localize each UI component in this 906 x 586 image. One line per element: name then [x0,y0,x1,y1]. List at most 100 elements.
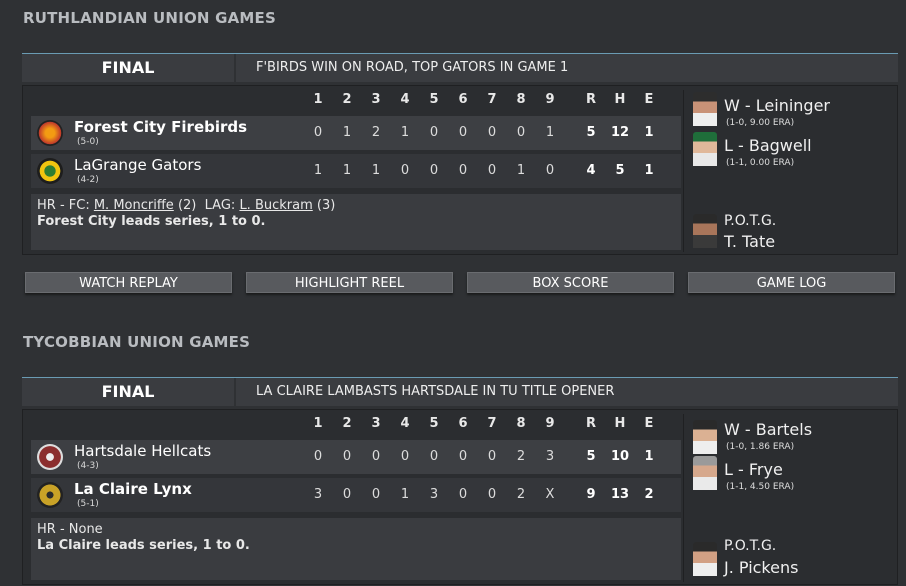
hits-total: 13 [610,487,630,502]
inning-score: 0 [458,163,468,178]
hr-count: (2) [177,198,197,213]
team-name[interactable]: LaGrange Gators [74,156,201,174]
game-status: FINAL [22,54,234,82]
inning-score: 0 [487,487,497,502]
inning-score: 1 [342,125,352,140]
series-note: Forest City leads series, 1 to 0. [37,214,266,229]
potg-player[interactable]: T. Tate [724,232,775,251]
winning-pitcher[interactable]: W - Bartels [724,420,812,439]
hr-player-link[interactable]: M. Moncriffe [94,198,174,213]
team-name[interactable]: Forest City Firebirds [74,118,247,136]
player-photo-icon [693,214,717,248]
team-name[interactable]: Hartsdale Hellcats [74,442,211,460]
game-log-button[interactable]: GAME LOG [688,272,895,293]
inning-score: 0 [371,449,381,464]
team-record: (4-2) [77,175,99,185]
inning-header: 1 [313,92,323,107]
hits-header: H [614,416,626,431]
winning-pitcher-stats: (1-0, 9.00 ERA) [726,118,795,128]
inning-score: 1 [342,163,352,178]
inning-header: 9 [545,416,555,431]
inning-score: 0 [342,487,352,502]
inning-header: 8 [516,416,526,431]
inning-score: 1 [400,125,410,140]
inning-header: 6 [458,92,468,107]
series-note: La Claire leads series, 1 to 0. [37,538,250,553]
inning-score: 1 [400,487,410,502]
hr-player-link[interactable]: L. Buckram [239,198,312,213]
inning-score: 0 [429,163,439,178]
gators-logo-icon [37,158,63,184]
hr-count: (3) [316,198,336,213]
player-photo-icon [693,92,717,126]
errors-total: 1 [644,163,654,178]
section-title: TYCOBBIAN UNION GAMES [23,333,251,351]
inning-score: 0 [458,487,468,502]
errors-total: 2 [644,487,654,502]
inning-header: 3 [371,92,381,107]
inning-header: 2 [342,92,352,107]
home-runs-line: HR - None [37,522,103,537]
inning-header: 7 [487,416,497,431]
inning-score: 0 [545,163,555,178]
losing-pitcher-stats: (1-1, 4.50 ERA) [726,482,795,492]
inning-score: 3 [313,487,323,502]
highlight-reel-button[interactable]: HIGHLIGHT REEL [246,272,453,293]
inning-score: 2 [516,487,526,502]
player-photo-icon [693,456,717,490]
hits-total: 12 [610,125,630,140]
player-photo-icon [693,542,717,576]
potg-label: P.O.T.G. [724,213,777,229]
inning-score: 0 [313,449,323,464]
winning-pitcher[interactable]: W - Leininger [724,96,830,115]
inning-header: 9 [545,92,555,107]
section-title: RUTHLANDIAN UNION GAMES [23,9,276,27]
inning-score: 3 [429,487,439,502]
inning-score: 0 [458,449,468,464]
runs-total: 5 [586,125,596,140]
team-row[interactable]: LaGrange Gators (4-2) 1 1 1 0 0 0 0 1 0 … [31,154,681,188]
runs-total: 9 [586,487,596,502]
inning-header: 8 [516,92,526,107]
game-notes: HR - None La Claire leads series, 1 to 0… [31,518,681,580]
scoreboard: 1 2 3 4 5 6 7 8 9 R H E Forest City Fire… [31,90,681,252]
inning-score: 3 [545,449,555,464]
inning-score: 0 [516,125,526,140]
inning-score: 0 [429,125,439,140]
home-runs-line: HR - FC: M. Moncriffe (2) LAG: L. Buckra… [37,198,675,213]
inning-score: 0 [458,125,468,140]
team-record: (5-1) [77,499,99,509]
losing-pitcher[interactable]: L - Bagwell [724,136,812,155]
inning-score: 0 [400,449,410,464]
box-score-button[interactable]: BOX SCORE [467,272,674,293]
game-notes: HR - FC: M. Moncriffe (2) LAG: L. Buckra… [31,194,681,250]
inning-score: 0 [371,487,381,502]
inning-header: 6 [458,416,468,431]
game-body: 1 2 3 4 5 6 7 8 9 R H E Forest City Fire… [22,85,898,255]
inning-header: 4 [400,416,410,431]
player-photo-icon [693,132,717,166]
inning-header: 4 [400,92,410,107]
losing-pitcher-stats: (1-1, 0.00 ERA) [726,158,795,168]
inning-header: 2 [342,416,352,431]
player-photo-icon [693,420,717,454]
team-record: (4-3) [77,461,99,471]
runs-header: R [585,416,596,431]
team-row[interactable]: Hartsdale Hellcats (4-3) 0 0 0 0 0 0 0 2… [31,440,681,474]
game-headline: LA CLAIRE LAMBASTS HARTSDALE IN TU TITLE… [236,378,898,406]
team-record: (5-0) [77,137,99,147]
firebirds-logo-icon [37,120,63,146]
hits-header: H [614,92,626,107]
inning-score: 0 [487,125,497,140]
losing-pitcher[interactable]: L - Frye [724,460,783,479]
team-row[interactable]: Forest City Firebirds (5-0) 0 1 2 1 0 0 … [31,116,681,150]
potg-player[interactable]: J. Pickens [724,558,798,577]
hellcats-logo-icon [37,444,63,470]
inning-score: 0 [429,449,439,464]
errors-total: 1 [644,449,654,464]
team-name[interactable]: La Claire Lynx [74,480,192,498]
lynx-logo-icon [37,482,63,508]
team-row[interactable]: La Claire Lynx (5-1) 3 0 0 1 3 0 0 2 X 9… [31,478,681,512]
watch-replay-button[interactable]: WATCH REPLAY [25,272,232,293]
inning-score: 1 [545,125,555,140]
